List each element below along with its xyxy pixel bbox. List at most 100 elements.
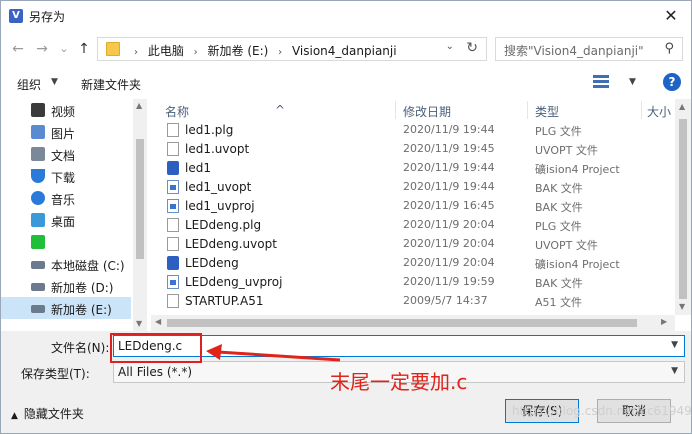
sidebar-item-videos[interactable]: 视频 xyxy=(1,99,131,121)
file-row[interactable]: LEDdeng_uvproj 2020/11/9 19:59 BAK 文件 xyxy=(151,273,671,292)
filename-label: 文件名(N): xyxy=(51,341,110,355)
chevron-down-icon[interactable]: ▼ xyxy=(671,340,678,350)
column-divider[interactable] xyxy=(527,101,528,119)
help-button[interactable]: ? xyxy=(663,73,681,91)
column-divider[interactable] xyxy=(641,101,642,119)
scroll-right-icon[interactable]: ▶ xyxy=(661,317,667,326)
scroll-down-icon[interactable]: ▼ xyxy=(136,319,142,328)
address-bar[interactable]: › 此电脑 › 新加卷 (E:) › Vision4_danpianji ⌄ ↻ xyxy=(97,37,487,61)
sidebar-item-app[interactable] xyxy=(1,231,131,253)
column-date[interactable]: 修改日期 xyxy=(403,103,451,120)
sidebar-item-music[interactable]: 音乐 xyxy=(1,187,131,209)
breadcrumb-drive-e[interactable]: 新加卷 (E:) xyxy=(208,42,269,59)
breadcrumb: › 此电脑 › 新加卷 (E:) › Vision4_danpianji xyxy=(128,42,397,59)
sidebar-item-downloads[interactable]: 下载 xyxy=(1,165,131,187)
file-type: BAK 文件 xyxy=(535,277,583,290)
file-row[interactable]: led1_uvopt 2020/11/9 19:44 BAK 文件 xyxy=(151,178,671,197)
scrollbar-thumb[interactable] xyxy=(136,139,144,259)
up-button[interactable]: ↑ xyxy=(75,40,93,58)
search-placeholder: 搜索"Vision4_danpianji" xyxy=(504,44,644,58)
scroll-down-icon[interactable]: ▼ xyxy=(679,302,685,311)
column-divider[interactable] xyxy=(395,101,396,119)
chevron-up-icon: ▲ xyxy=(11,411,18,421)
sidebar-item-label: 文档 xyxy=(51,149,76,163)
refresh-icon[interactable]: ↻ xyxy=(466,40,478,56)
scroll-up-icon[interactable]: ▲ xyxy=(679,102,685,111)
file-name: LEDdeng xyxy=(185,256,239,270)
file-date: 2020/11/9 19:59 xyxy=(403,275,495,288)
title-bar: V 另存为 ✕ xyxy=(1,1,691,31)
sidebar-item-desktop[interactable]: 桌面 xyxy=(1,209,131,231)
file-row[interactable]: led1_uvproj 2020/11/9 16:45 BAK 文件 xyxy=(151,197,671,216)
file-row[interactable]: led1.uvopt 2020/11/9 19:45 UVOPT 文件 xyxy=(151,140,671,159)
file-type: UVOPT 文件 xyxy=(535,144,598,157)
organize-button[interactable]: 组织 xyxy=(17,76,41,93)
column-size[interactable]: 大小 xyxy=(647,103,671,120)
breadcrumb-separator-icon: › xyxy=(193,47,198,58)
file-name: led1_uvproj xyxy=(185,199,255,213)
address-dropdown-icon[interactable]: ⌄ xyxy=(446,41,454,52)
drive-icon xyxy=(31,261,45,269)
search-icon: ⚲ xyxy=(664,41,674,56)
download-icon xyxy=(31,169,45,183)
sidebar-item-label: 本地磁盘 (C:) xyxy=(51,259,125,273)
file-row[interactable]: led1.plg 2020/11/9 19:44 PLG 文件 xyxy=(151,121,671,140)
file-name: led1 xyxy=(185,161,211,175)
file-icon xyxy=(167,123,179,137)
video-icon xyxy=(31,103,45,117)
recent-locations-dropdown[interactable]: ⌄ xyxy=(55,40,73,58)
chevron-down-icon[interactable]: ▼ xyxy=(671,366,678,376)
sidebar-scrollbar[interactable]: ▲ ▼ xyxy=(133,99,147,331)
file-name: LEDdeng.uvopt xyxy=(185,237,277,251)
file-list-vertical-scrollbar[interactable]: ▲ ▼ xyxy=(675,99,691,315)
document-icon xyxy=(31,147,45,161)
breadcrumb-separator-icon: › xyxy=(278,47,283,58)
file-list-horizontal-scrollbar[interactable]: ◀ ▶ xyxy=(151,315,675,331)
watermark: https://blog.csdn.net/cc61949 xyxy=(512,404,692,418)
sidebar-item-drive-e[interactable]: 新加卷 (E:) xyxy=(1,297,131,319)
breadcrumb-this-pc[interactable]: 此电脑 xyxy=(148,42,184,59)
picture-icon xyxy=(31,125,45,139)
file-row[interactable]: led1 2020/11/9 19:44 礦ision4 Project xyxy=(151,159,671,178)
view-options-icon[interactable] xyxy=(593,75,609,89)
back-button[interactable]: ← xyxy=(9,40,27,58)
sidebar-item-drive-c[interactable]: 本地磁盘 (C:) xyxy=(1,253,131,275)
close-button[interactable]: ✕ xyxy=(661,6,681,26)
file-type: BAK 文件 xyxy=(535,201,583,214)
uvision-project-icon xyxy=(167,256,179,270)
sidebar-item-pictures[interactable]: 图片 xyxy=(1,121,131,143)
breadcrumb-separator-icon: › xyxy=(134,47,138,58)
file-type: PLG 文件 xyxy=(535,125,582,138)
scroll-up-icon[interactable]: ▲ xyxy=(136,101,142,110)
hide-folders-toggle[interactable]: ▲ 隐藏文件夹 xyxy=(11,405,84,422)
column-type[interactable]: 类型 xyxy=(535,103,559,120)
file-row[interactable]: LEDdeng 2020/11/9 20:04 礦ision4 Project xyxy=(151,254,671,273)
search-input[interactable]: 搜索"Vision4_danpianji" ⚲ xyxy=(495,37,683,61)
file-row[interactable]: STARTUP.A51 2009/5/7 14:37 A51 文件 xyxy=(151,292,671,311)
file-row[interactable]: LEDdeng.plg 2020/11/9 20:04 PLG 文件 xyxy=(151,216,671,235)
bak-file-icon xyxy=(167,180,179,194)
scrollbar-thumb[interactable] xyxy=(167,319,637,327)
sidebar-item-documents[interactable]: 文档 xyxy=(1,143,131,165)
new-folder-button[interactable]: 新建文件夹 xyxy=(81,76,141,93)
drive-icon xyxy=(31,283,45,291)
app-icon xyxy=(31,235,45,249)
file-list: 名称 ^ 修改日期 类型 大小 led1.plg 2020/11/9 19:44… xyxy=(151,99,691,331)
sidebar-item-label: 桌面 xyxy=(51,215,76,229)
column-name[interactable]: 名称 xyxy=(165,103,189,120)
sidebar-item-drive-d[interactable]: 新加卷 (D:) xyxy=(1,275,131,297)
file-icon xyxy=(167,294,179,308)
scroll-left-icon[interactable]: ◀ xyxy=(155,317,161,326)
sidebar-item-label: 新加卷 (E:) xyxy=(51,303,112,317)
sidebar-item-label: 视频 xyxy=(51,105,76,119)
scrollbar-thumb[interactable] xyxy=(679,119,687,299)
file-type: BAK 文件 xyxy=(535,182,583,195)
forward-button[interactable]: → xyxy=(33,40,51,58)
file-row[interactable]: LEDdeng.uvopt 2020/11/9 20:04 UVOPT 文件 xyxy=(151,235,671,254)
view-dropdown-icon[interactable]: ▼ xyxy=(629,77,636,87)
uvision-app-icon: V xyxy=(9,9,23,23)
file-icon xyxy=(167,142,179,156)
filetype-label: 保存类型(T): xyxy=(21,367,90,381)
breadcrumb-current-folder[interactable]: Vision4_danpianji xyxy=(292,44,397,58)
file-date: 2020/11/9 20:04 xyxy=(403,256,495,269)
